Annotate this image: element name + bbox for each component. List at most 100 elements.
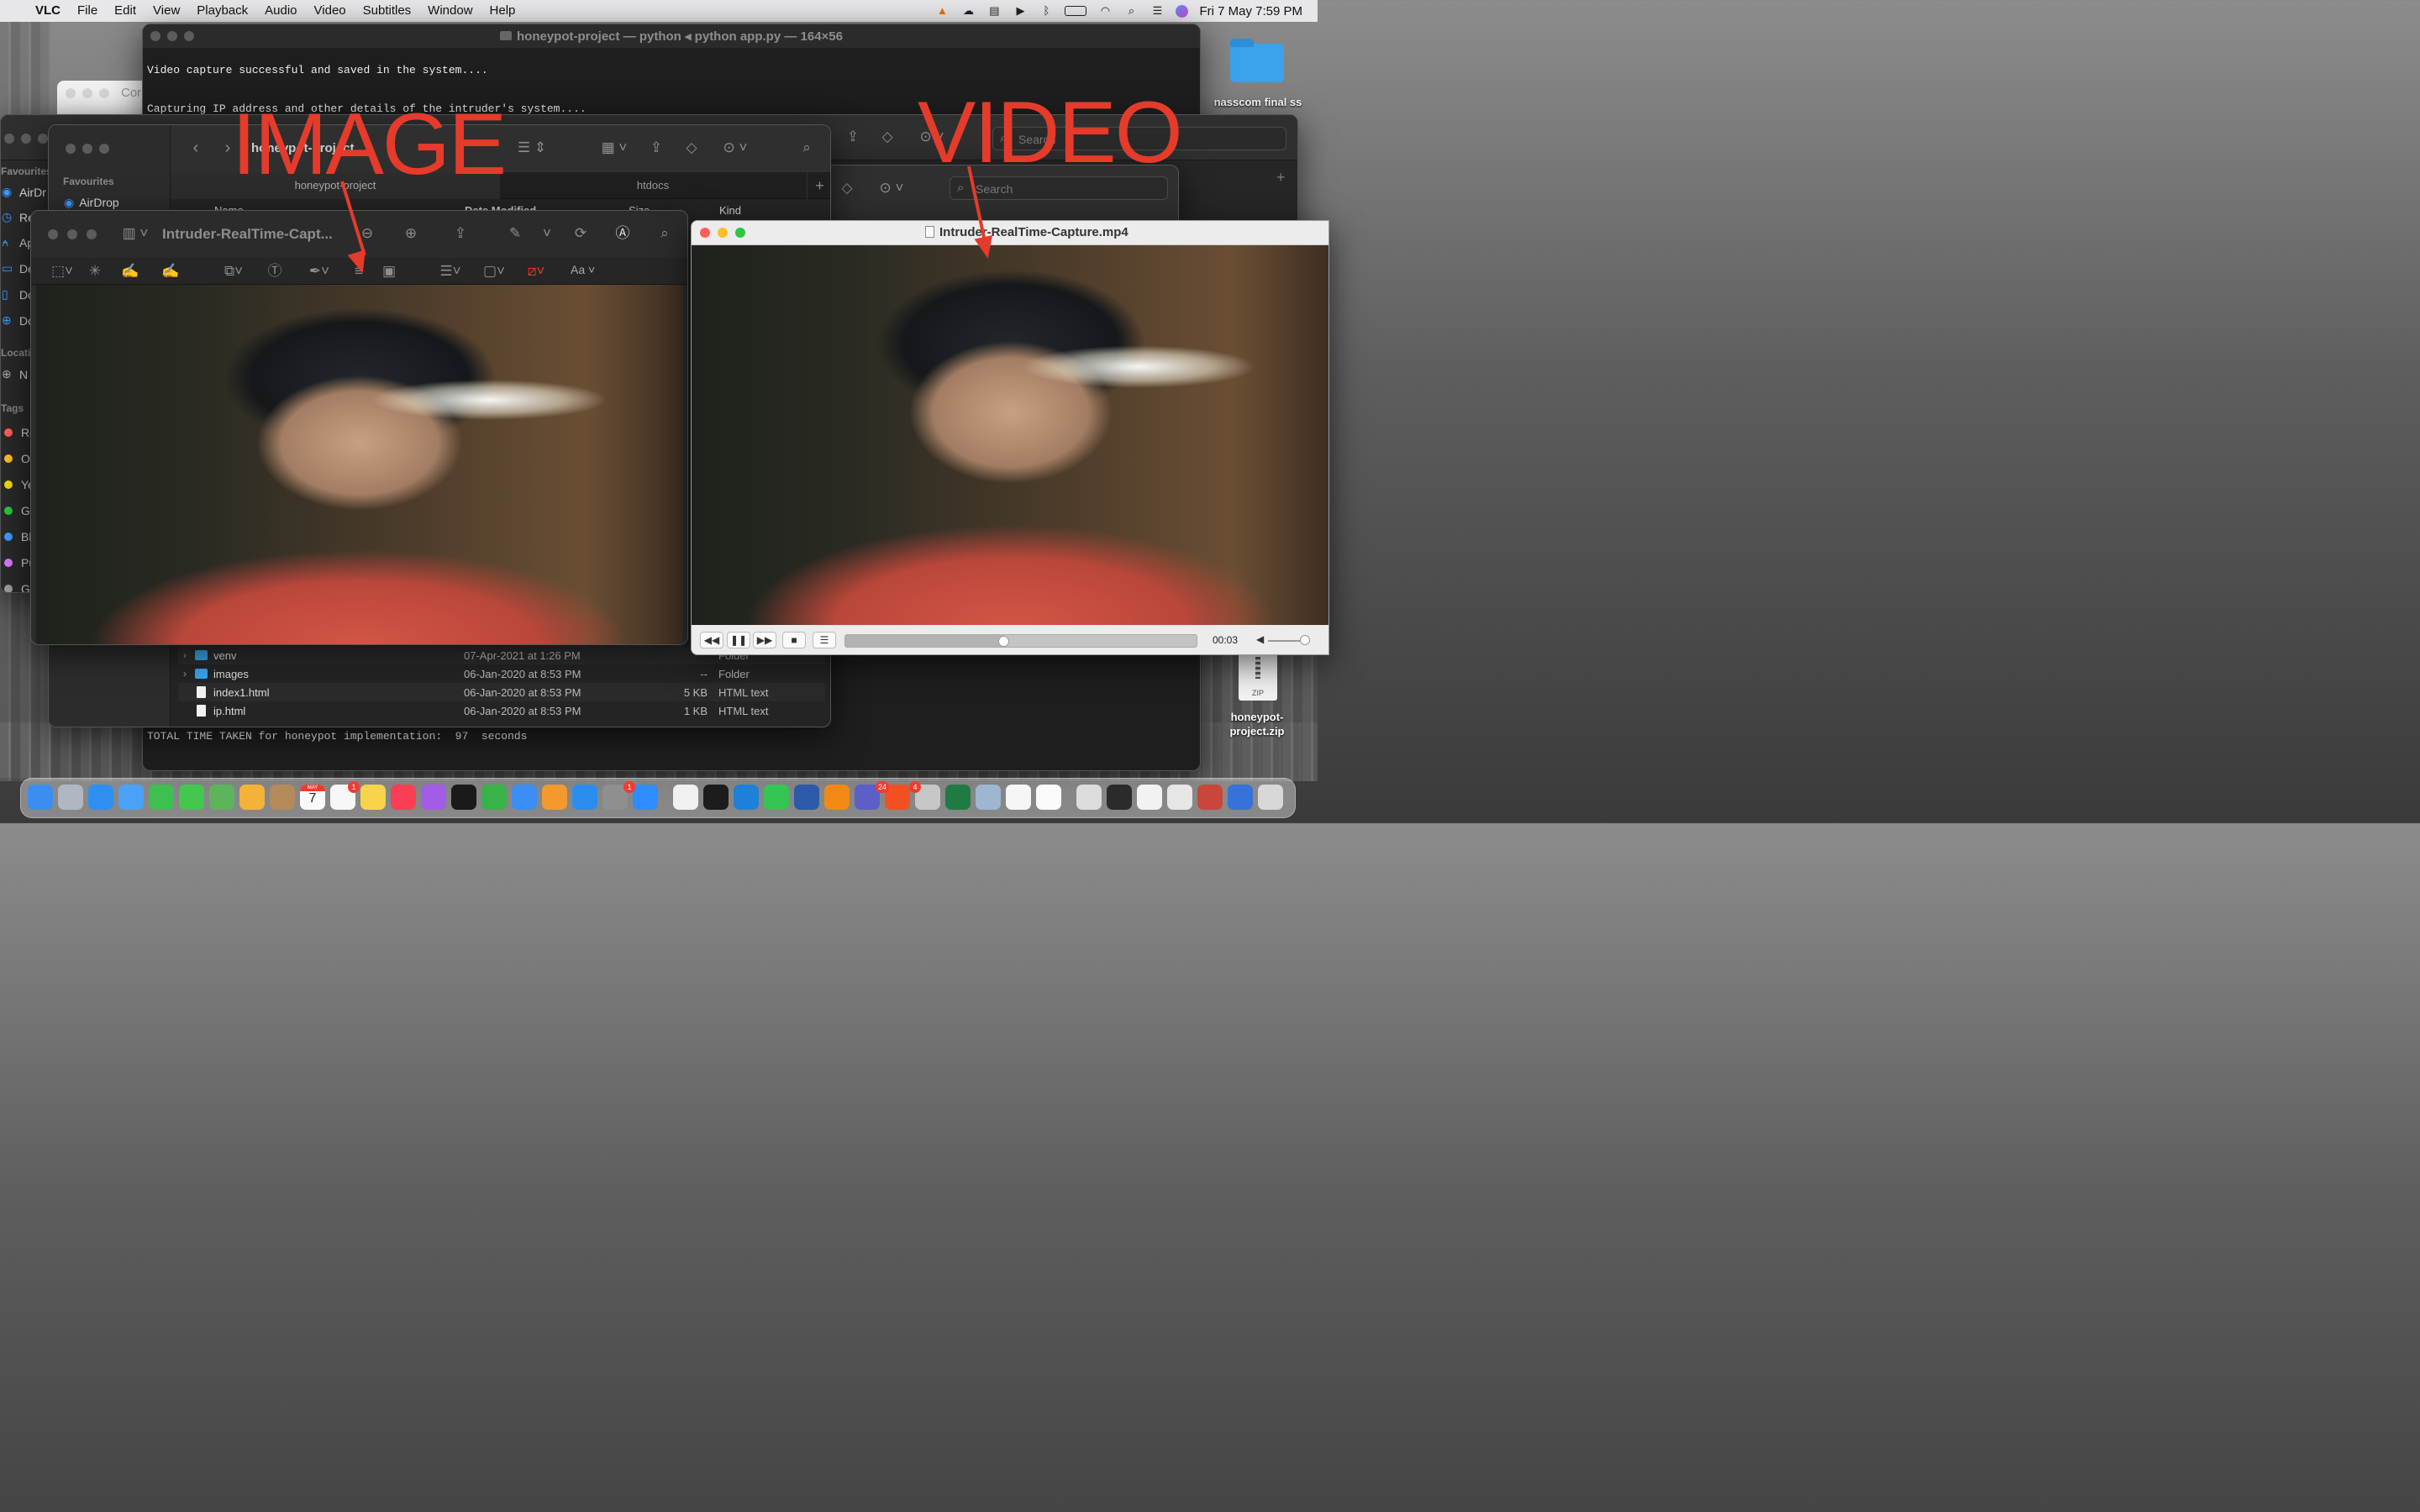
- volume-icon[interactable]: ◀: [1256, 633, 1264, 645]
- menu-view[interactable]: View: [145, 0, 188, 22]
- apple-tv-icon[interactable]: [451, 785, 476, 810]
- disclosure-triangle-icon[interactable]: ›: [183, 668, 187, 680]
- vlc-close-button[interactable]: [700, 228, 710, 238]
- terminal-icon[interactable]: [703, 785, 729, 810]
- music-icon[interactable]: [391, 785, 416, 810]
- pause-button[interactable]: ❚❚: [727, 632, 750, 648]
- menu-subtitles[interactable]: Subtitles: [355, 0, 420, 22]
- bg-zoom-button[interactable]: [99, 88, 109, 98]
- calendar-icon[interactable]: MAY 7: [300, 785, 325, 810]
- play-status-icon[interactable]: ▶: [1013, 5, 1028, 17]
- preview-share-icon[interactable]: ⇪: [450, 224, 471, 243]
- textedit-icon[interactable]: [1006, 785, 1031, 810]
- launchpad-icon[interactable]: [58, 785, 83, 810]
- pages-icon[interactable]: [542, 785, 567, 810]
- shapes-icon[interactable]: ⧉˅: [219, 262, 248, 281]
- bg-minimize-button[interactable]: [82, 88, 92, 98]
- menu-help[interactable]: Help: [481, 0, 524, 22]
- finder-minimize-button[interactable]: [82, 144, 92, 154]
- whatsapp-icon[interactable]: [764, 785, 789, 810]
- adjust-size-icon[interactable]: ▣: [379, 262, 399, 281]
- window-thumb-icon[interactable]: [1137, 785, 1162, 810]
- seek-bar[interactable]: [844, 634, 1197, 648]
- contacts-icon[interactable]: [270, 785, 295, 810]
- wifi-icon[interactable]: ◠: [1097, 5, 1113, 17]
- playlist-button[interactable]: ☰: [813, 632, 836, 648]
- search-icon[interactable]: ⌕: [797, 139, 817, 157]
- back-sidebar-tag[interactable]: Bl: [4, 530, 31, 543]
- share-icon[interactable]: ⇪: [646, 139, 666, 157]
- vlc-icon[interactable]: [824, 785, 850, 810]
- window-thumb-icon[interactable]: [1167, 785, 1192, 810]
- sketch-icon[interactable]: ✍: [120, 262, 140, 281]
- desktop-folder[interactable]: [1228, 37, 1287, 84]
- trash-icon[interactable]: [1258, 785, 1283, 810]
- tag-icon[interactable]: ◇: [681, 139, 702, 157]
- control-center-icon[interactable]: ☰: [1150, 5, 1165, 17]
- htdocs-more-icon[interactable]: ⊙ ˅: [875, 179, 908, 197]
- document-icon[interactable]: [1036, 785, 1061, 810]
- back-sidebar-tag[interactable]: O: [4, 452, 30, 465]
- stop-button[interactable]: ■: [782, 632, 806, 648]
- keynote-icon[interactable]: [512, 785, 537, 810]
- messages-icon[interactable]: [179, 785, 204, 810]
- bluetooth-icon[interactable]: ᛒ: [1039, 5, 1054, 17]
- text-style-button[interactable]: Aa ˅: [571, 263, 595, 276]
- document-status-icon[interactable]: ▤: [986, 5, 1002, 17]
- preview-close-button[interactable]: [48, 229, 58, 239]
- preview-window[interactable]: ▥ ˅ Intruder-RealTime-Capt... ⊖ ⊕ ⇪ ✎ ˅ …: [30, 210, 688, 645]
- finder-row[interactable]: › images 06-Jan-2020 at 8:53 PM -- Folder: [178, 664, 825, 683]
- preview-icon[interactable]: [976, 785, 1001, 810]
- markup-dropdown-icon[interactable]: ˅: [539, 224, 555, 243]
- vlc-status-icon[interactable]: ▲: [934, 5, 950, 17]
- podcasts-icon[interactable]: [421, 785, 446, 810]
- menu-edit[interactable]: Edit: [106, 0, 145, 22]
- list-view-icon[interactable]: ☰ ⇕: [515, 139, 549, 157]
- sign-icon[interactable]: ✒˅: [305, 262, 334, 281]
- more-actions-icon[interactable]: ⊙ ˅: [718, 139, 752, 157]
- facetime-icon[interactable]: [149, 785, 174, 810]
- sidebar-toggle-icon[interactable]: ▥ ˅: [118, 224, 152, 243]
- vlc-minimize-button[interactable]: [718, 228, 728, 238]
- finder-back-share-icon[interactable]: ⇪: [843, 128, 863, 146]
- finder-row[interactable]: index1.html 06-Jan-2020 at 8:53 PM 5 KB HTM…: [178, 683, 825, 701]
- shape-style-icon[interactable]: ☰˅: [436, 262, 465, 281]
- mail-icon[interactable]: [118, 785, 144, 810]
- finder-icon[interactable]: [28, 785, 53, 810]
- selection-tool-icon[interactable]: ⬚˅: [48, 262, 76, 281]
- spotlight-search-icon[interactable]: ⌕: [1123, 5, 1139, 17]
- chrome-icon[interactable]: [673, 785, 698, 810]
- menu-audio[interactable]: Audio: [256, 0, 305, 22]
- creative-cloud-icon[interactable]: ☁: [960, 5, 976, 17]
- disclosure-triangle-icon[interactable]: ›: [183, 649, 187, 661]
- numbers-icon[interactable]: [481, 785, 507, 810]
- menu-playback[interactable]: Playback: [188, 0, 256, 22]
- group-icon[interactable]: ▦ ˅: [597, 139, 631, 157]
- back-sidebar-tag[interactable]: G: [4, 504, 30, 517]
- window-thumb-icon[interactable]: [1197, 785, 1223, 810]
- battery-icon[interactable]: [1065, 6, 1087, 16]
- fill-color-icon[interactable]: ⧄˅: [522, 262, 550, 281]
- menu-window[interactable]: Window: [419, 0, 481, 22]
- draw-icon[interactable]: ✍: [160, 262, 181, 281]
- notes-icon[interactable]: [360, 785, 386, 810]
- seek-knob[interactable]: [998, 636, 1010, 647]
- rotate-icon[interactable]: ⟳: [571, 224, 591, 243]
- zoom-icon[interactable]: [633, 785, 658, 810]
- back-sidebar-tag[interactable]: G: [4, 582, 30, 592]
- vlc-zoom-button[interactable]: [735, 228, 745, 238]
- menu-file[interactable]: File: [69, 0, 106, 22]
- back-sidebar-item[interactable]: AirDr: [19, 186, 46, 199]
- text-tool-icon[interactable]: Ⓣ: [265, 262, 285, 281]
- preview-search-icon[interactable]: ⌕: [655, 224, 675, 243]
- htdocs-tag-icon[interactable]: ◇: [837, 179, 857, 197]
- finder-back-add-tab-icon[interactable]: +: [1276, 169, 1286, 186]
- word-icon[interactable]: [794, 785, 819, 810]
- column-kind[interactable]: Kind: [719, 204, 741, 217]
- finder-zoom-button[interactable]: [99, 144, 109, 154]
- finder-back-tag-icon[interactable]: ◇: [877, 128, 897, 146]
- finder-row[interactable]: ip.html 06-Jan-2020 at 8:53 PM 1 KB HTML te…: [178, 701, 825, 720]
- finder-back-minimize[interactable]: [21, 134, 31, 144]
- finder-sidebar-airdrop[interactable]: ◉ AirDrop: [64, 196, 119, 210]
- preview-zoom-button[interactable]: [87, 229, 97, 239]
